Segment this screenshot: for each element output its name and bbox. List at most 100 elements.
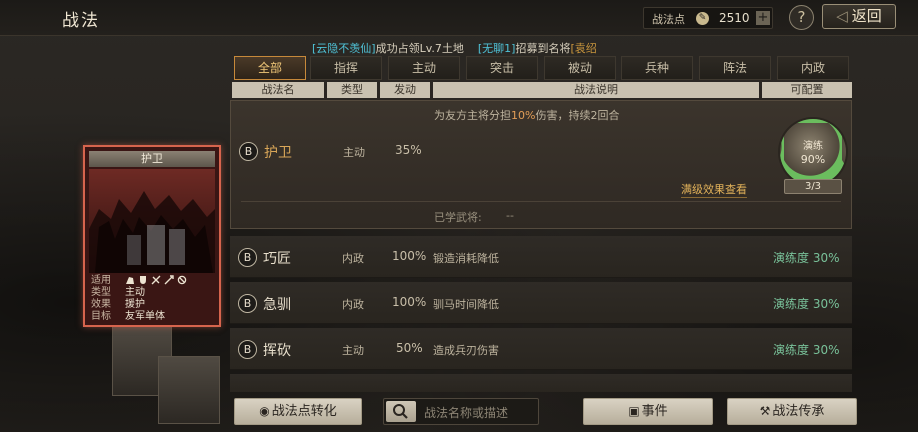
tab-internal[interactable]: 内政 (777, 56, 849, 80)
card-target-key: 目标 (91, 311, 111, 322)
help-button[interactable]: ? (789, 5, 814, 30)
learned-generals-value: -- (506, 209, 514, 222)
ring-label: 演练 (803, 141, 823, 152)
card-title: 护卫 (89, 151, 215, 167)
tactic-points-icon: ✎ (696, 12, 709, 25)
grade-badge: B (238, 340, 257, 359)
spear-icon (164, 275, 174, 285)
row-divider (241, 201, 841, 202)
inherit-tactic-button[interactable]: ⚒ 战法传承 (727, 398, 857, 425)
troop-type-icons (125, 275, 190, 287)
shield-icon (140, 276, 146, 284)
tactic-description: 驯马时间降低 (433, 298, 499, 311)
tactic-row[interactable]: B 挥砍 主动 50% 造成兵刃伤害 演练度 30% (230, 328, 852, 370)
tactic-type: 内政 (342, 252, 364, 265)
card-effect-line: 效果 援护 (91, 299, 217, 311)
announce-player-1: [云隐不羡仙] (312, 42, 376, 55)
tactic-row[interactable]: B 急驯 内政 100% 驯马时间降低 演练度 30% (230, 282, 852, 324)
archer-icon (151, 275, 161, 285)
search-box[interactable]: 战法名称或描述 (383, 398, 539, 425)
column-header-trigger: 发动 (380, 82, 430, 98)
tab-assault[interactable]: 突击 (466, 56, 538, 80)
proficiency-ring[interactable]: 演练 90% (780, 119, 846, 185)
tactic-points-display: 战法点 ✎ 2510 + (643, 7, 773, 29)
card-target-line: 目标 友军单体 (91, 311, 217, 323)
tactic-trigger: 100% (392, 295, 427, 309)
back-button[interactable]: ◁ 返回 (822, 4, 896, 29)
grade-badge: B (238, 294, 257, 313)
tactic-row-partial[interactable] (230, 374, 852, 392)
announce-player-2: [无聊1] (477, 42, 516, 55)
convert-points-button[interactable]: ◉ 战法点转化 (234, 398, 362, 425)
tab-passive[interactable]: 被动 (544, 56, 616, 80)
column-header-assignable: 可配置 (762, 82, 852, 98)
tab-all[interactable]: 全部 (234, 56, 306, 80)
tab-command[interactable]: 指挥 (310, 56, 382, 80)
tactic-type: 主动 (342, 344, 364, 357)
tactic-proficiency: 演练度 30% (773, 251, 840, 265)
card-fit-line: 适用 (91, 275, 217, 287)
announce-text-1: 成功占领Lv.7土地 (375, 42, 464, 55)
tab-troop[interactable]: 兵种 (621, 56, 693, 80)
back-arrow-icon: ◁ (836, 7, 848, 25)
tactic-list: 为友方主将分担10%伤害，持续2回合 B 护卫 主动 35% 演练 90% 3/… (230, 100, 852, 392)
convert-points-label: 战法点转化 (271, 404, 337, 419)
tab-formation[interactable]: 阵法 (699, 56, 771, 80)
card-effect-key: 效果 (91, 299, 111, 310)
selected-tactic-trigger: 35% (395, 143, 422, 157)
siege-icon (177, 275, 187, 285)
full-effect-link[interactable]: 满级效果查看 (681, 181, 747, 198)
ring-value: 90% (800, 153, 826, 166)
tactic-name: 挥砍 (263, 343, 291, 359)
card-fit-key: 适用 (91, 275, 111, 286)
search-icon[interactable] (386, 401, 416, 422)
tactic-row-selected[interactable]: 为友方主将分担10%伤害，持续2回合 B 护卫 主动 35% 演练 90% 3/… (230, 100, 852, 229)
column-header-description: 战法说明 (433, 82, 759, 98)
tactic-trigger: 50% (396, 341, 423, 355)
events-label: 事件 (641, 404, 668, 419)
tactic-proficiency: 演练度 30% (773, 343, 840, 357)
card-type-key: 类型 (91, 287, 111, 298)
inherit-tactic-label: 战法传承 (772, 404, 825, 419)
announce-text-2: 招募到名将 (515, 42, 571, 55)
drop-icon: ◉ (259, 404, 270, 418)
ring-count: 3/3 (784, 179, 842, 194)
events-button[interactable]: ▣ 事件 (583, 398, 713, 425)
category-tabs: 全部 指挥 主动 突击 被动 兵种 阵法 内政 (234, 56, 854, 80)
tactic-description: 造成兵刃伤害 (433, 344, 499, 357)
stack-card (158, 356, 220, 424)
page-title: 战法 (62, 11, 100, 31)
tactic-name: 急驯 (263, 297, 291, 313)
grade-badge: B (238, 248, 257, 267)
tactic-points-label: 战法点 (652, 13, 685, 26)
tactic-row[interactable]: B 巧匠 内政 100% 锻造消耗降低 演练度 30% (230, 236, 852, 278)
tactic-name: 巧匠 (263, 251, 291, 267)
announcement-ticker: [云隐不羡仙]成功占领Lv.7土地 [无聊1]招募到名将[袁绍 (312, 40, 672, 56)
tactic-proficiency: 演练度 30% (773, 297, 840, 311)
book-icon: ▣ (628, 404, 640, 418)
card-target-value: 友军单体 (125, 311, 165, 322)
column-header-name: 战法名 (232, 82, 324, 98)
column-header-type: 类型 (327, 82, 377, 98)
selected-description: 为友方主将分担10%伤害，持续2回合 (434, 107, 619, 123)
tactic-card: 护卫 适用 类型 主动 效果 援护 目标 友军单体 (83, 145, 221, 327)
announce-general: [袁绍 (570, 42, 597, 55)
add-points-button[interactable]: + (756, 11, 770, 25)
card-type-value: 主动 (125, 287, 145, 298)
card-type-line: 类型 主动 (91, 287, 217, 299)
card-stack (108, 326, 220, 426)
tactic-type: 内政 (342, 298, 364, 311)
selected-desc-after: 伤害，持续2回合 (535, 109, 620, 122)
hammer-icon: ⚒ (759, 404, 771, 418)
tactic-points-value: 2510 (719, 11, 750, 25)
selected-tactic-type: 主动 (343, 146, 365, 159)
grade-badge: B (239, 142, 258, 161)
learned-generals-label: 已学武将: (434, 211, 482, 224)
card-artwork (89, 169, 215, 273)
card-effect-value: 援护 (125, 299, 145, 310)
selected-tactic-name: 护卫 (264, 145, 292, 161)
selected-desc-highlight: 10% (511, 109, 536, 122)
tactic-description: 锻造消耗降低 (433, 252, 499, 265)
tab-active[interactable]: 主动 (388, 56, 460, 80)
cavalry-icon (126, 277, 134, 284)
